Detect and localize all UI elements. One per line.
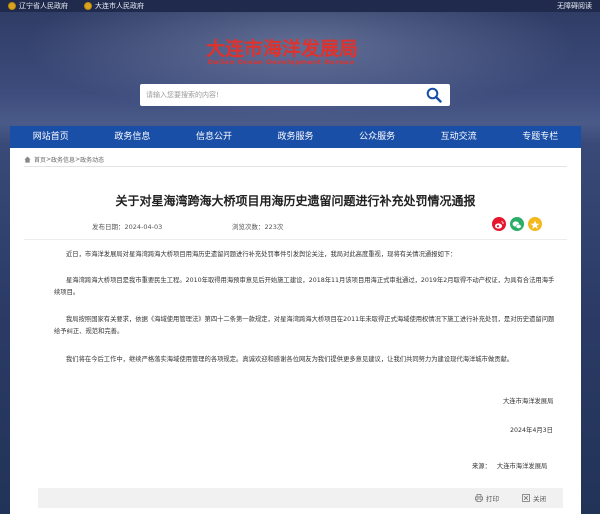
nav-item-home[interactable]: 网站首页 <box>10 126 92 148</box>
nav-item-disclosure[interactable]: 信息公开 <box>173 126 255 148</box>
close-button[interactable]: 关闭 <box>522 493 546 503</box>
header-background <box>0 12 600 124</box>
view-count: 浏览次数：223次 <box>232 221 283 231</box>
nav-item-interaction[interactable]: 互动交流 <box>418 126 500 148</box>
search-icon <box>426 87 442 103</box>
national-emblem-icon <box>8 2 16 10</box>
search-box <box>140 84 450 106</box>
gov-link-label: 大连市人民政府 <box>95 2 144 10</box>
breadcrumb: 首页 > 政务信息 > 政务动态 <box>24 155 104 164</box>
breadcrumb-gov-info[interactable]: 政务信息 <box>51 155 75 164</box>
nav-item-gov-service[interactable]: 政务服务 <box>255 126 337 148</box>
footer-toolbar: 打印 关闭 <box>38 488 563 508</box>
wechat-icon <box>512 221 522 229</box>
close-icon <box>522 494 530 502</box>
close-label: 关闭 <box>533 495 546 503</box>
content-panel: 首页 > 政务信息 > 政务动态 关于对星海湾跨海大桥项目用海历史遗留问题进行补… <box>10 148 581 514</box>
meta-divider <box>24 239 567 240</box>
view-count-label: 浏览次数： <box>232 223 265 231</box>
main-nav: 网站首页 政务信息 信息公开 政务服务 公众服务 互动交流 专题专栏 <box>10 126 581 148</box>
view-count-value: 223次 <box>264 223 284 231</box>
publish-date-label: 发布日期： <box>92 223 125 231</box>
article-paragraph: 我们将在今后工作中，继续严格落实海域使用管理的各项规定。真诚欢迎和感谢各位网友为… <box>66 356 514 363</box>
breadcrumb-gov-news[interactable]: 政务动态 <box>80 155 104 164</box>
weibo-icon <box>494 221 504 229</box>
print-icon <box>475 494 483 502</box>
national-emblem-icon <box>84 2 92 10</box>
site-subtitle-en: Dalian Ocean Development Bureau <box>208 58 355 66</box>
article-paragraph: 星海湾跨海大桥项目是我市重要民生工程。2010年取得用海预审意见后开始施工建设，… <box>54 277 555 296</box>
home-icon <box>24 156 31 163</box>
site-title: 大连市海洋发展局 <box>206 38 359 60</box>
breadcrumb-divider <box>24 166 567 167</box>
source: 来源： 大连市海洋发展局 <box>472 461 547 470</box>
print-button[interactable]: 打印 <box>475 493 499 503</box>
article-paragraph: 我局按照国家有关要求，依据《海域使用管理法》第四十二条第一款规定，对星海湾跨海大… <box>54 316 555 335</box>
nav-item-public-service[interactable]: 公众服务 <box>336 126 418 148</box>
search-button[interactable] <box>426 87 442 103</box>
article-paragraph: 近日，市海洋发展局对星海湾跨海大桥项目用海历史遗留问题进行补充处罚事件引发舆论关… <box>66 251 457 258</box>
breadcrumb-home[interactable]: 首页 <box>34 155 46 164</box>
share-qzone-button[interactable] <box>528 217 542 231</box>
share-wechat-button[interactable] <box>510 217 524 231</box>
qzone-star-icon <box>530 220 540 229</box>
gov-link-liaoning[interactable]: 辽宁省人民政府 <box>8 0 68 12</box>
nav-item-special-topics[interactable]: 专题专栏 <box>499 126 581 148</box>
sign-date: 2024年4月3日 <box>510 427 553 434</box>
gov-link-dalian[interactable]: 大连市人民政府 <box>84 0 144 12</box>
publish-date-value: 2024-04-03 <box>124 223 163 231</box>
gov-link-label: 辽宁省人民政府 <box>19 2 68 10</box>
print-label: 打印 <box>486 495 499 503</box>
top-bar: 辽宁省人民政府 大连市人民政府 无障碍阅读 <box>0 0 600 12</box>
search-input[interactable] <box>146 85 416 105</box>
source-label: 来源： <box>472 463 491 470</box>
signature: 大连市海洋发展局 <box>503 398 554 405</box>
accessibility-link[interactable]: 无障碍阅读 <box>557 0 592 12</box>
nav-item-gov-info[interactable]: 政务信息 <box>92 126 174 148</box>
source-value: 大连市海洋发展局 <box>496 463 548 470</box>
publish-date: 发布日期：2024-04-03 <box>92 221 162 231</box>
share-weibo-button[interactable] <box>492 217 506 231</box>
article-title: 关于对星海湾跨海大桥项目用海历史遗留问题进行补充处罚情况通报 <box>115 194 476 208</box>
